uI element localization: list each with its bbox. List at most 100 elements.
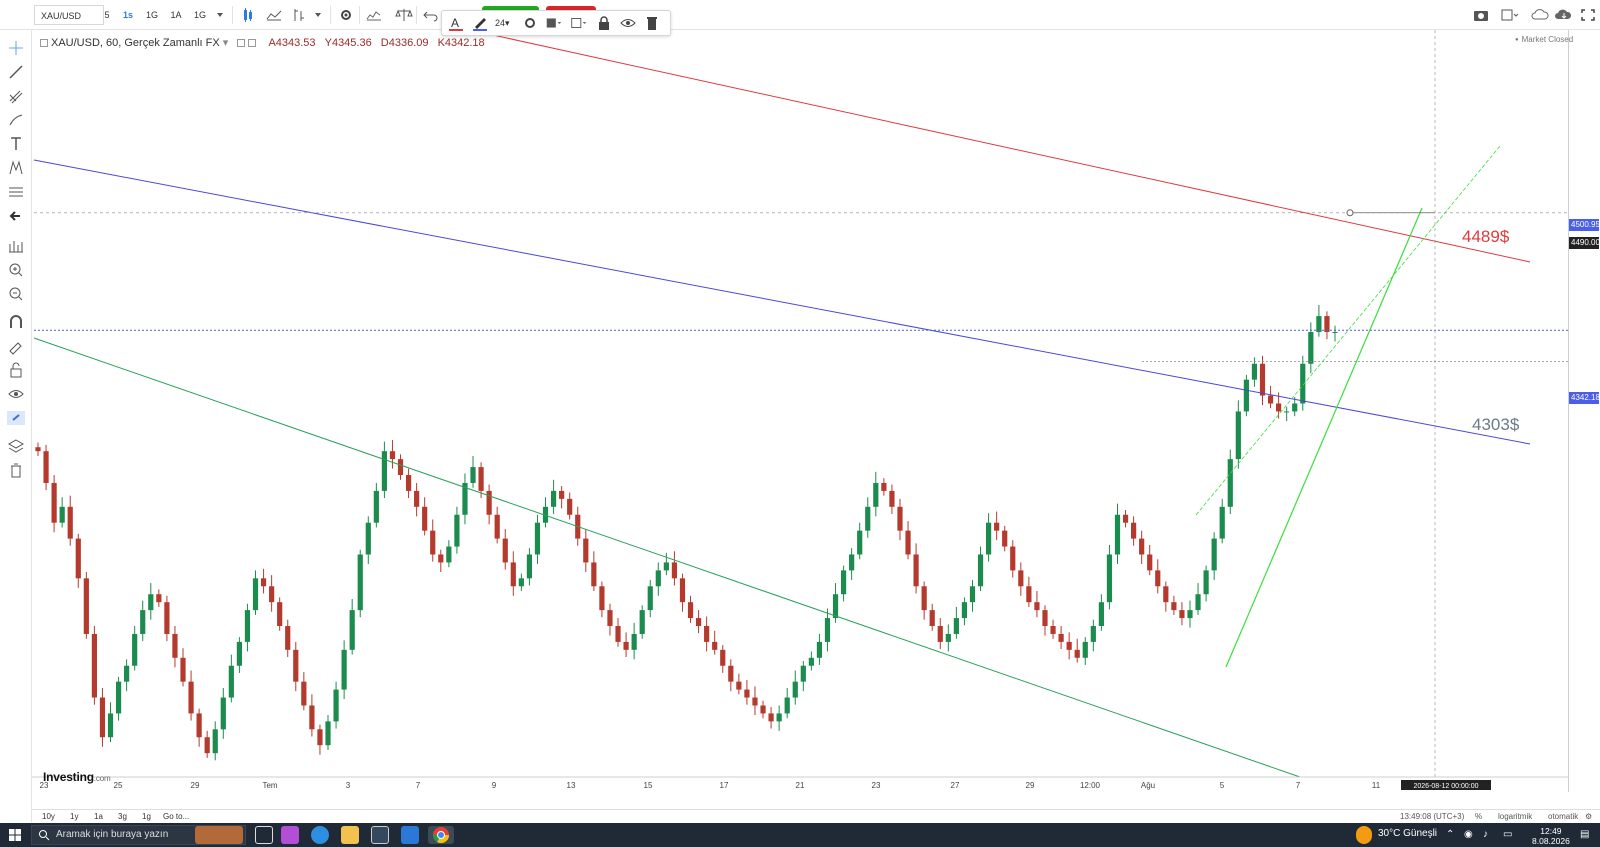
zoom-out-icon[interactable] bbox=[4, 284, 28, 304]
text-tool-icon[interactable] bbox=[4, 134, 28, 154]
visibility-icon[interactable] bbox=[618, 13, 638, 33]
lock-drawings-icon[interactable] bbox=[4, 360, 28, 380]
candle-body bbox=[800, 665, 806, 682]
network-icon[interactable]: ◉ bbox=[1464, 829, 1473, 840]
legend-toggle-icon[interactable] bbox=[40, 39, 48, 47]
interval-1mo[interactable]: 1A bbox=[165, 5, 187, 25]
candle-body bbox=[921, 586, 927, 611]
range-3d[interactable]: 3g bbox=[118, 811, 127, 823]
delete-icon[interactable] bbox=[642, 13, 662, 33]
trash-icon[interactable] bbox=[4, 460, 28, 480]
copilot-icon[interactable] bbox=[281, 826, 299, 844]
target-high-label[interactable]: 4489$ bbox=[1462, 227, 1509, 247]
cloud-save-icon[interactable] bbox=[1552, 5, 1576, 25]
hide-drawings-icon[interactable] bbox=[4, 384, 28, 404]
taskbar-weather[interactable]: 30°C Güneşli bbox=[1378, 828, 1437, 839]
range-1y[interactable]: 1y bbox=[70, 811, 78, 823]
area-chart-icon[interactable] bbox=[262, 5, 286, 25]
candle-body bbox=[953, 618, 959, 634]
clone-icon[interactable] bbox=[569, 13, 591, 33]
interval-1d[interactable]: 1G bbox=[141, 5, 163, 25]
candle-body bbox=[744, 689, 750, 698]
crosshair-icon[interactable] bbox=[4, 38, 28, 58]
candle-body bbox=[526, 554, 533, 579]
text-color-icon[interactable]: A bbox=[446, 13, 466, 33]
interval-5m[interactable]: 5 bbox=[96, 5, 118, 25]
store-icon[interactable] bbox=[371, 826, 389, 844]
taskbar-clock[interactable]: 12:49 8.08.2026 bbox=[1532, 826, 1570, 846]
price-chart[interactable]: 23 25 29 Tem 3 7 9 13 15 17 21 23 27 29 12:00 Ağu 5 7 11 20… bbox=[0, 0, 1600, 847]
candle-body bbox=[293, 649, 299, 682]
magnet-icon[interactable] bbox=[4, 312, 28, 332]
measure-icon[interactable] bbox=[4, 236, 28, 256]
back-arrow-icon[interactable] bbox=[4, 206, 28, 226]
screenshot-icon[interactable] bbox=[1469, 5, 1493, 25]
legend-settings-icon[interactable] bbox=[248, 39, 257, 47]
candle-body bbox=[454, 514, 460, 547]
brush-icon[interactable] bbox=[4, 110, 28, 130]
drawing-settings-icon[interactable] bbox=[520, 13, 540, 33]
range-10y[interactable]: 10y bbox=[42, 811, 55, 823]
go-to-button[interactable]: Go to... bbox=[163, 811, 189, 823]
candle-body bbox=[518, 578, 524, 587]
axis-settings-icon[interactable]: ⚙ bbox=[1585, 811, 1592, 823]
candle-body bbox=[333, 689, 339, 722]
price-axis[interactable] bbox=[1568, 30, 1600, 792]
line-color-icon[interactable] bbox=[470, 13, 490, 33]
tray-chevron-icon[interactable]: ⌃ bbox=[1446, 829, 1454, 840]
candle-body bbox=[430, 530, 436, 555]
candle-body bbox=[486, 490, 492, 515]
legend-visibility-icon[interactable] bbox=[237, 39, 246, 47]
mail-icon[interactable] bbox=[401, 826, 419, 844]
volume-icon[interactable]: ♪ bbox=[1483, 829, 1488, 840]
candle-body bbox=[792, 681, 798, 698]
candle-body bbox=[35, 447, 41, 452]
pitchfork-icon[interactable] bbox=[4, 86, 28, 106]
target-low-label[interactable]: 4303$ bbox=[1472, 415, 1519, 435]
task-view-icon[interactable] bbox=[255, 826, 273, 844]
undo-icon[interactable] bbox=[419, 5, 443, 25]
interval-1h[interactable]: 1s bbox=[117, 5, 139, 25]
indicators-dropdown-icon[interactable] bbox=[306, 5, 330, 25]
range-1mo[interactable]: 1a bbox=[94, 811, 103, 823]
balance-icon[interactable] bbox=[392, 5, 416, 25]
stay-drawing-icon[interactable] bbox=[4, 336, 28, 356]
explorer-icon[interactable] bbox=[341, 826, 359, 844]
battery-icon[interactable]: ▭ bbox=[1503, 829, 1512, 840]
fib-icon[interactable] bbox=[4, 182, 28, 202]
percent-toggle[interactable]: % bbox=[1475, 811, 1482, 823]
candle-body bbox=[776, 713, 782, 722]
windows-start-icon[interactable] bbox=[9, 829, 21, 841]
template-icon[interactable] bbox=[544, 13, 566, 33]
auto-toggle[interactable]: otomatik bbox=[1548, 811, 1578, 823]
windows-taskbar: Aramak için buraya yazın 30°C Güneşli ⌃ … bbox=[0, 823, 1600, 847]
candle-body bbox=[349, 610, 355, 650]
candle-body bbox=[1042, 610, 1048, 627]
candle-body bbox=[1139, 538, 1145, 555]
trend-line-icon[interactable] bbox=[4, 62, 28, 82]
interval-dropdown-icon[interactable] bbox=[208, 5, 232, 25]
font-size-select[interactable]: 24▾ bbox=[495, 13, 519, 33]
candle-body bbox=[172, 633, 178, 658]
settings-icon[interactable] bbox=[334, 5, 358, 25]
symbol-search-input[interactable]: XAU/USD bbox=[34, 5, 104, 25]
zoom-in-icon[interactable] bbox=[4, 260, 28, 280]
compare-icon[interactable] bbox=[362, 5, 386, 25]
log-toggle[interactable]: logaritmik bbox=[1498, 811, 1532, 823]
link-icon[interactable] bbox=[4, 408, 28, 428]
layers-icon[interactable] bbox=[4, 436, 28, 456]
fullscreen-icon[interactable] bbox=[1576, 5, 1600, 25]
edge-icon[interactable] bbox=[311, 826, 329, 844]
notifications-icon[interactable]: ▤ bbox=[1580, 829, 1589, 840]
weather-widget-image[interactable] bbox=[195, 826, 243, 844]
utc-clock[interactable]: 13:49:08 (UTC+3) bbox=[1400, 811, 1464, 823]
candle-body bbox=[132, 633, 138, 666]
candles-icon[interactable] bbox=[236, 5, 260, 25]
pattern-icon[interactable] bbox=[4, 158, 28, 178]
range-1d[interactable]: 1g bbox=[142, 811, 151, 823]
cloud-load-icon[interactable] bbox=[1529, 5, 1553, 25]
candle-body bbox=[124, 665, 130, 682]
chrome-icon[interactable] bbox=[428, 826, 454, 844]
layout-icon[interactable] bbox=[1497, 5, 1521, 25]
lock-icon[interactable] bbox=[594, 13, 614, 33]
